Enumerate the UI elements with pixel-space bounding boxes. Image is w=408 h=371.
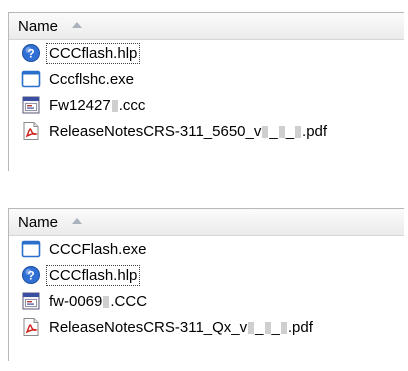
ccc-file-icon [22, 292, 40, 310]
file-row-fw-ccc[interactable]: Fw12427 .ccc [9, 92, 404, 118]
file-row-fw-ccc[interactable]: fw-0069 .CCC [9, 288, 404, 314]
file-name: CCCflash.hlp [46, 264, 141, 286]
name-column-header[interactable]: Name [9, 209, 404, 236]
file-list-panel-2: Name CCCFlash.exe ? CCCflash.hlp fw-0069… [8, 208, 404, 361]
file-name: ReleaseNotesCRS-311_5650_v _ _ .pdf [49, 122, 328, 140]
help-file-icon: ? [22, 266, 40, 284]
file-name: Cccflshc.exe [49, 70, 135, 88]
file-row-cccflash-exe[interactable]: CCCFlash.exe [9, 236, 404, 262]
sort-ascending-icon [72, 218, 83, 224]
file-row-release-notes-pdf[interactable]: ReleaseNotesCRS-311_5650_v _ _ .pdf [9, 118, 404, 144]
file-name: CCCFlash.exe [49, 240, 147, 258]
svg-text:?: ? [27, 269, 34, 283]
file-list-panel-1: Name ? CCCflash.hlp Cccflshc.exe Fw12427… [8, 12, 404, 171]
file-name: ReleaseNotesCRS-311_Qx_v _ _ .pdf [49, 318, 313, 336]
file-row-release-notes-pdf[interactable]: ReleaseNotesCRS-311_Qx_v _ _ .pdf [9, 314, 404, 340]
exe-file-icon [21, 70, 41, 88]
file-row-cccflash-hlp[interactable]: ? CCCflash.hlp [9, 40, 404, 66]
file-row-cccflshc-exe[interactable]: Cccflshc.exe [9, 66, 404, 92]
pdf-file-icon [23, 318, 39, 336]
name-column-header[interactable]: Name [9, 13, 404, 40]
help-file-icon: ? [22, 44, 40, 62]
pdf-file-icon [23, 122, 39, 140]
file-name: Fw12427 .ccc [49, 96, 146, 114]
name-column-label: Name [18, 213, 59, 231]
file-name: CCCflash.hlp [46, 42, 141, 64]
name-column-label: Name [18, 17, 59, 35]
exe-file-icon [21, 240, 41, 258]
file-row-cccflash-hlp[interactable]: ? CCCflash.hlp [9, 262, 404, 288]
sort-ascending-icon [72, 22, 83, 28]
ccc-file-icon [22, 96, 40, 114]
svg-text:?: ? [27, 47, 34, 61]
file-name: fw-0069 .CCC [49, 292, 148, 310]
